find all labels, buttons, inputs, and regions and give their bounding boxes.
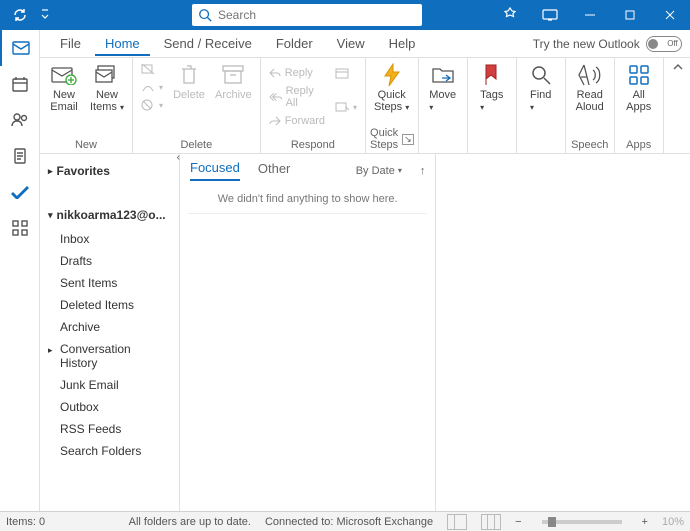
- reading-pane: [436, 154, 690, 511]
- group-label-respond: Respond: [265, 137, 361, 153]
- minimize-button[interactable]: [570, 0, 610, 30]
- try-new-toggle[interactable]: Off: [646, 36, 682, 52]
- tab-home[interactable]: Home: [95, 32, 150, 56]
- favorites-section[interactable]: ▸Favorites: [40, 158, 179, 184]
- collapse-folder-pane-icon[interactable]: ‹: [177, 152, 180, 163]
- close-button[interactable]: [650, 0, 690, 30]
- status-bar: Items: 0 All folders are up to date. Con…: [0, 511, 690, 531]
- folder-rss[interactable]: RSS Feeds: [40, 418, 179, 440]
- pivot-other[interactable]: Other: [258, 161, 291, 180]
- zoom-in-icon[interactable]: +: [642, 516, 648, 528]
- nav-mail-icon[interactable]: [0, 30, 40, 66]
- view-reading-icon[interactable]: [481, 514, 501, 530]
- forward-button[interactable]: Forward: [265, 113, 329, 129]
- search-icon: [198, 8, 212, 22]
- read-aloud-button[interactable]: Read Aloud: [570, 61, 610, 115]
- menu-bar: File Home Send / Receive Folder View Hel…: [40, 30, 690, 58]
- folder-archive[interactable]: Archive: [40, 316, 179, 338]
- qat-dropdown-icon[interactable]: [38, 3, 52, 27]
- status-sync: All folders are up to date.: [129, 516, 251, 528]
- search-box[interactable]: [192, 4, 422, 26]
- zoom-out-icon[interactable]: −: [515, 516, 521, 528]
- group-label-quicksteps: Quick Steps↘: [370, 125, 414, 153]
- tab-file[interactable]: File: [50, 32, 91, 55]
- all-apps-button[interactable]: All Apps: [619, 61, 659, 115]
- view-normal-icon[interactable]: [447, 514, 467, 530]
- move-button[interactable]: Move▾: [423, 61, 463, 115]
- title-bar: [0, 0, 690, 30]
- display-settings-icon[interactable]: [530, 0, 570, 30]
- group-label-apps: Apps: [619, 137, 659, 153]
- more-respond-button[interactable]: ▾: [331, 99, 361, 115]
- ribbon: New Email New Items ▾ New ▾ ▾: [40, 58, 690, 154]
- folder-conversation-history[interactable]: ▸Conversation History: [40, 338, 179, 374]
- folder-search-folders[interactable]: Search Folders: [40, 440, 179, 462]
- message-list-pane: Focused Other By Date ▾ ↑ We didn't find…: [180, 154, 436, 511]
- try-new-label: Try the new Outlook: [533, 37, 640, 51]
- pivot-focused[interactable]: Focused: [190, 160, 240, 181]
- sort-direction-icon[interactable]: ↑: [420, 165, 426, 177]
- new-items-button[interactable]: New Items ▾: [86, 61, 128, 115]
- new-email-button[interactable]: New Email: [44, 61, 84, 115]
- group-label-delete: Delete: [137, 137, 256, 153]
- nav-calendar-icon[interactable]: [0, 66, 40, 102]
- sort-button[interactable]: By Date ▾: [356, 165, 402, 177]
- account-section[interactable]: ▾nikkoarma123@o...: [40, 202, 179, 228]
- status-connected: Connected to: Microsoft Exchange: [265, 516, 433, 528]
- junk-button[interactable]: ▾: [137, 97, 167, 113]
- maximize-button[interactable]: [610, 0, 650, 30]
- reply-all-button[interactable]: Reply All: [265, 83, 329, 111]
- folder-deleted[interactable]: Deleted Items: [40, 294, 179, 316]
- empty-message: We didn't find anything to show here.: [188, 187, 427, 214]
- nav-people-icon[interactable]: [0, 102, 40, 138]
- ignore-button[interactable]: [137, 61, 167, 77]
- nav-apps-icon[interactable]: [0, 210, 40, 246]
- cleanup-button[interactable]: ▾: [137, 79, 167, 95]
- nav-tasks-icon[interactable]: [0, 174, 40, 210]
- status-items: Items: 0: [6, 516, 45, 528]
- folder-junk[interactable]: Junk Email: [40, 374, 179, 396]
- group-label-speech: Speech: [570, 137, 610, 153]
- folder-sent[interactable]: Sent Items: [40, 272, 179, 294]
- reply-button[interactable]: Reply: [265, 65, 329, 81]
- coming-soon-icon[interactable]: [490, 0, 530, 30]
- zoom-slider[interactable]: [542, 520, 622, 524]
- delete-button[interactable]: Delete: [169, 61, 209, 103]
- find-button[interactable]: Find▾: [521, 61, 561, 115]
- folder-outbox[interactable]: Outbox: [40, 396, 179, 418]
- nav-todo-icon[interactable]: [0, 138, 40, 174]
- archive-button[interactable]: Archive: [211, 61, 256, 103]
- tab-help[interactable]: Help: [379, 32, 426, 55]
- search-input[interactable]: [218, 8, 416, 22]
- zoom-level: 10%: [662, 516, 684, 528]
- folder-drafts[interactable]: Drafts: [40, 250, 179, 272]
- collapse-ribbon-icon[interactable]: [664, 58, 690, 153]
- tab-folder[interactable]: Folder: [266, 32, 323, 55]
- nav-strip: [0, 30, 40, 511]
- quick-steps-button[interactable]: Quick Steps ▾: [370, 61, 413, 115]
- folder-pane: ‹ ▸Favorites ▾nikkoarma123@o... Inbox Dr…: [40, 154, 180, 511]
- group-label-new: New: [44, 137, 128, 153]
- tab-view[interactable]: View: [327, 32, 375, 55]
- tags-button[interactable]: Tags▾: [472, 61, 512, 115]
- folder-inbox[interactable]: Inbox: [40, 228, 179, 250]
- meeting-button[interactable]: [331, 65, 361, 81]
- sync-icon[interactable]: [8, 3, 32, 27]
- tab-send-receive[interactable]: Send / Receive: [154, 32, 262, 55]
